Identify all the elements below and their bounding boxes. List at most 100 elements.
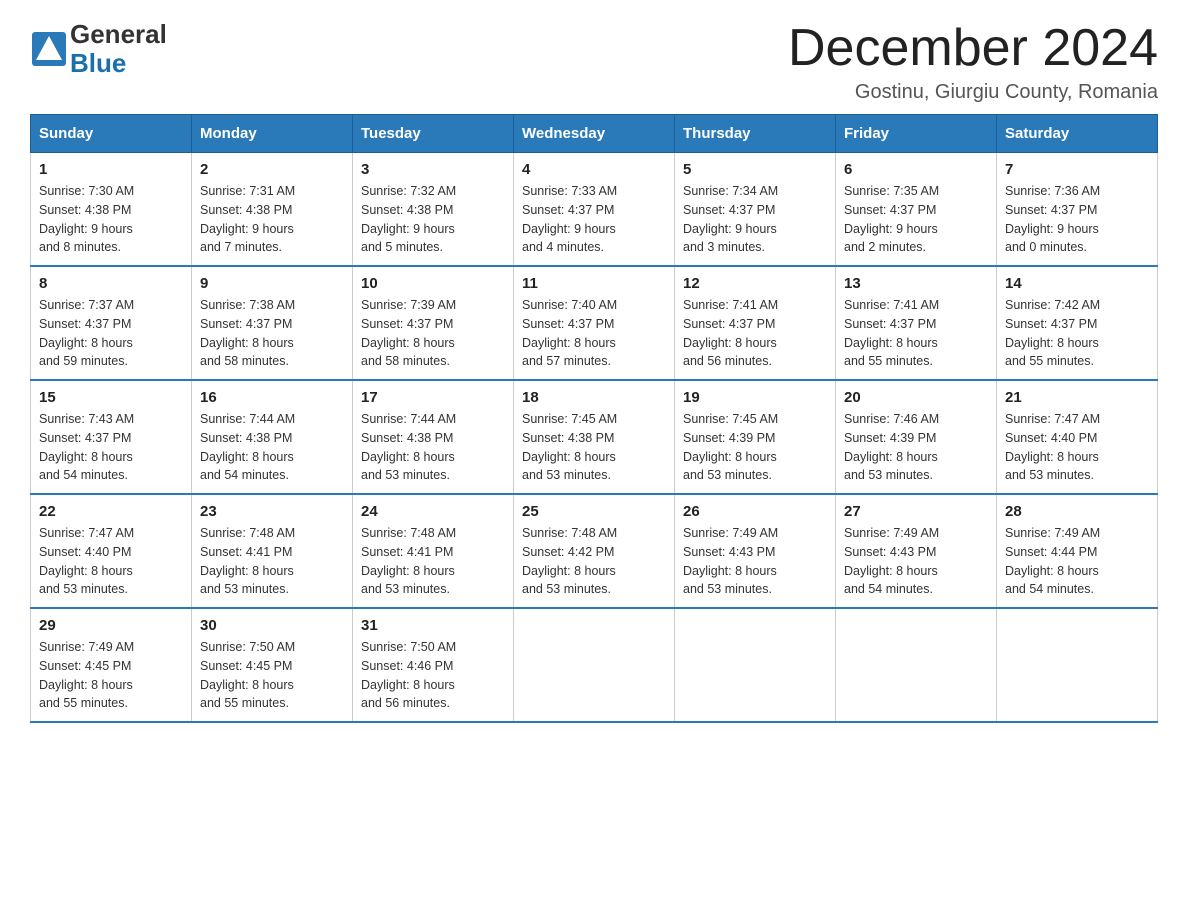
day-info: Sunrise: 7:41 AMSunset: 4:37 PMDaylight:…	[844, 296, 988, 371]
day-number: 23	[200, 503, 344, 520]
logo-general: General	[70, 20, 167, 49]
calendar-week-row: 29 Sunrise: 7:49 AMSunset: 4:45 PMDayligh…	[31, 608, 1158, 722]
col-header-thursday: Thursday	[675, 115, 836, 153]
day-number: 15	[39, 389, 183, 406]
day-number: 25	[522, 503, 666, 520]
day-info: Sunrise: 7:31 AMSunset: 4:38 PMDaylight:…	[200, 182, 344, 257]
day-info: Sunrise: 7:33 AMSunset: 4:37 PMDaylight:…	[522, 182, 666, 257]
calendar-header-row: SundayMondayTuesdayWednesdayThursdayFrid…	[31, 115, 1158, 153]
calendar-cell: 7 Sunrise: 7:36 AMSunset: 4:37 PMDaylight…	[997, 153, 1158, 267]
day-info: Sunrise: 7:39 AMSunset: 4:37 PMDaylight:…	[361, 296, 505, 371]
calendar-week-row: 22Sunrise: 7:47 AMSunset: 4:40 PMDayligh…	[31, 494, 1158, 608]
day-info: Sunrise: 7:49 AMSunset: 4:45 PMDaylight:…	[39, 638, 183, 713]
page-header: General Blue December 2024 Gostinu, Giur…	[30, 20, 1158, 104]
calendar-cell: 21Sunrise: 7:47 AMSunset: 4:40 PMDayligh…	[997, 380, 1158, 494]
calendar-cell: 14Sunrise: 7:42 AMSunset: 4:37 PMDayligh…	[997, 266, 1158, 380]
calendar-cell: 3Sunrise: 7:32 AMSunset: 4:38 PMDaylight…	[353, 153, 514, 267]
day-info: Sunrise: 7:41 AMSunset: 4:37 PMDaylight:…	[683, 296, 827, 371]
day-number: 30	[200, 617, 344, 634]
day-number: 5	[683, 161, 827, 178]
day-number: 21	[1005, 389, 1149, 406]
day-number: 2	[200, 161, 344, 178]
day-info: Sunrise: 7:34 AMSunset: 4:37 PMDaylight:…	[683, 182, 827, 257]
calendar-cell: 22Sunrise: 7:47 AMSunset: 4:40 PMDayligh…	[31, 494, 192, 608]
calendar-cell: 8 Sunrise: 7:37 AMSunset: 4:37 PMDaylight…	[31, 266, 192, 380]
calendar-cell: 29 Sunrise: 7:49 AMSunset: 4:45 PMDayligh…	[31, 608, 192, 722]
calendar-cell: 27Sunrise: 7:49 AMSunset: 4:43 PMDayligh…	[836, 494, 997, 608]
calendar-cell: 2 Sunrise: 7:31 AMSunset: 4:38 PMDaylight…	[192, 153, 353, 267]
day-info: Sunrise: 7:37 AMSunset: 4:37 PMDaylight:…	[39, 296, 183, 371]
day-info: Sunrise: 7:42 AMSunset: 4:37 PMDaylight:…	[1005, 296, 1149, 371]
day-number: 17	[361, 389, 505, 406]
day-number: 29	[39, 617, 183, 634]
calendar-cell: 25 Sunrise: 7:48 AMSunset: 4:42 PMDayligh…	[514, 494, 675, 608]
calendar-cell: 31Sunrise: 7:50 AMSunset: 4:46 PMDayligh…	[353, 608, 514, 722]
day-number: 28	[1005, 503, 1149, 520]
day-number: 24	[361, 503, 505, 520]
col-header-saturday: Saturday	[997, 115, 1158, 153]
day-number: 4	[522, 161, 666, 178]
day-info: Sunrise: 7:32 AMSunset: 4:38 PMDaylight:…	[361, 182, 505, 257]
calendar-cell	[675, 608, 836, 722]
col-header-sunday: Sunday	[31, 115, 192, 153]
calendar-cell	[836, 608, 997, 722]
day-info: Sunrise: 7:49 AMSunset: 4:43 PMDaylight:…	[683, 524, 827, 599]
calendar-cell: 13 Sunrise: 7:41 AMSunset: 4:37 PMDayligh…	[836, 266, 997, 380]
day-number: 13	[844, 275, 988, 292]
location-subtitle: Gostinu, Giurgiu County, Romania	[788, 81, 1158, 104]
day-number: 9	[200, 275, 344, 292]
day-info: Sunrise: 7:49 AMSunset: 4:44 PMDaylight:…	[1005, 524, 1149, 599]
day-info: Sunrise: 7:30 AMSunset: 4:38 PMDaylight:…	[39, 182, 183, 257]
day-info: Sunrise: 7:45 AMSunset: 4:39 PMDaylight:…	[683, 410, 827, 485]
day-number: 10	[361, 275, 505, 292]
day-info: Sunrise: 7:50 AMSunset: 4:46 PMDaylight:…	[361, 638, 505, 713]
logo-area: General Blue	[30, 20, 167, 77]
calendar-cell: 26 Sunrise: 7:49 AMSunset: 4:43 PMDayligh…	[675, 494, 836, 608]
day-info: Sunrise: 7:50 AMSunset: 4:45 PMDaylight:…	[200, 638, 344, 713]
day-number: 1	[39, 161, 183, 178]
col-header-tuesday: Tuesday	[353, 115, 514, 153]
day-info: Sunrise: 7:38 AMSunset: 4:37 PMDaylight:…	[200, 296, 344, 371]
day-number: 12	[683, 275, 827, 292]
calendar-table: SundayMondayTuesdayWednesdayThursdayFrid…	[30, 114, 1158, 723]
day-info: Sunrise: 7:36 AMSunset: 4:37 PMDaylight:…	[1005, 182, 1149, 257]
day-info: Sunrise: 7:45 AMSunset: 4:38 PMDaylight:…	[522, 410, 666, 485]
calendar-week-row: 8 Sunrise: 7:37 AMSunset: 4:37 PMDaylight…	[31, 266, 1158, 380]
calendar-cell: 15 Sunrise: 7:43 AMSunset: 4:37 PMDayligh…	[31, 380, 192, 494]
day-number: 16	[200, 389, 344, 406]
day-info: Sunrise: 7:44 AMSunset: 4:38 PMDaylight:…	[361, 410, 505, 485]
calendar-cell: 11Sunrise: 7:40 AMSunset: 4:37 PMDayligh…	[514, 266, 675, 380]
day-number: 6	[844, 161, 988, 178]
day-info: Sunrise: 7:43 AMSunset: 4:37 PMDaylight:…	[39, 410, 183, 485]
day-info: Sunrise: 7:48 AMSunset: 4:41 PMDaylight:…	[361, 524, 505, 599]
calendar-cell: 23 Sunrise: 7:48 AMSunset: 4:41 PMDayligh…	[192, 494, 353, 608]
calendar-cell: 12 Sunrise: 7:41 AMSunset: 4:37 PMDayligh…	[675, 266, 836, 380]
month-title: December 2024	[788, 20, 1158, 77]
calendar-cell: 19 Sunrise: 7:45 AMSunset: 4:39 PMDayligh…	[675, 380, 836, 494]
day-number: 7	[1005, 161, 1149, 178]
calendar-cell	[997, 608, 1158, 722]
day-number: 19	[683, 389, 827, 406]
calendar-cell	[514, 608, 675, 722]
calendar-cell: 5 Sunrise: 7:34 AMSunset: 4:37 PMDaylight…	[675, 153, 836, 267]
col-header-friday: Friday	[836, 115, 997, 153]
day-info: Sunrise: 7:48 AMSunset: 4:42 PMDaylight:…	[522, 524, 666, 599]
logo-blue: Blue	[70, 49, 167, 78]
day-info: Sunrise: 7:48 AMSunset: 4:41 PMDaylight:…	[200, 524, 344, 599]
title-area: December 2024 Gostinu, Giurgiu County, R…	[788, 20, 1158, 104]
calendar-cell: 10 Sunrise: 7:39 AMSunset: 4:37 PMDayligh…	[353, 266, 514, 380]
day-number: 11	[522, 275, 666, 292]
day-number: 26	[683, 503, 827, 520]
calendar-cell: 18Sunrise: 7:45 AMSunset: 4:38 PMDayligh…	[514, 380, 675, 494]
day-info: Sunrise: 7:44 AMSunset: 4:38 PMDaylight:…	[200, 410, 344, 485]
day-info: Sunrise: 7:46 AMSunset: 4:39 PMDaylight:…	[844, 410, 988, 485]
logo-icon	[30, 30, 68, 68]
calendar-cell: 6Sunrise: 7:35 AMSunset: 4:37 PMDaylight…	[836, 153, 997, 267]
calendar-cell: 17 Sunrise: 7:44 AMSunset: 4:38 PMDayligh…	[353, 380, 514, 494]
calendar-cell: 24 Sunrise: 7:48 AMSunset: 4:41 PMDayligh…	[353, 494, 514, 608]
day-number: 8	[39, 275, 183, 292]
col-header-monday: Monday	[192, 115, 353, 153]
day-info: Sunrise: 7:47 AMSunset: 4:40 PMDaylight:…	[39, 524, 183, 599]
calendar-cell: 16 Sunrise: 7:44 AMSunset: 4:38 PMDayligh…	[192, 380, 353, 494]
col-header-wednesday: Wednesday	[514, 115, 675, 153]
